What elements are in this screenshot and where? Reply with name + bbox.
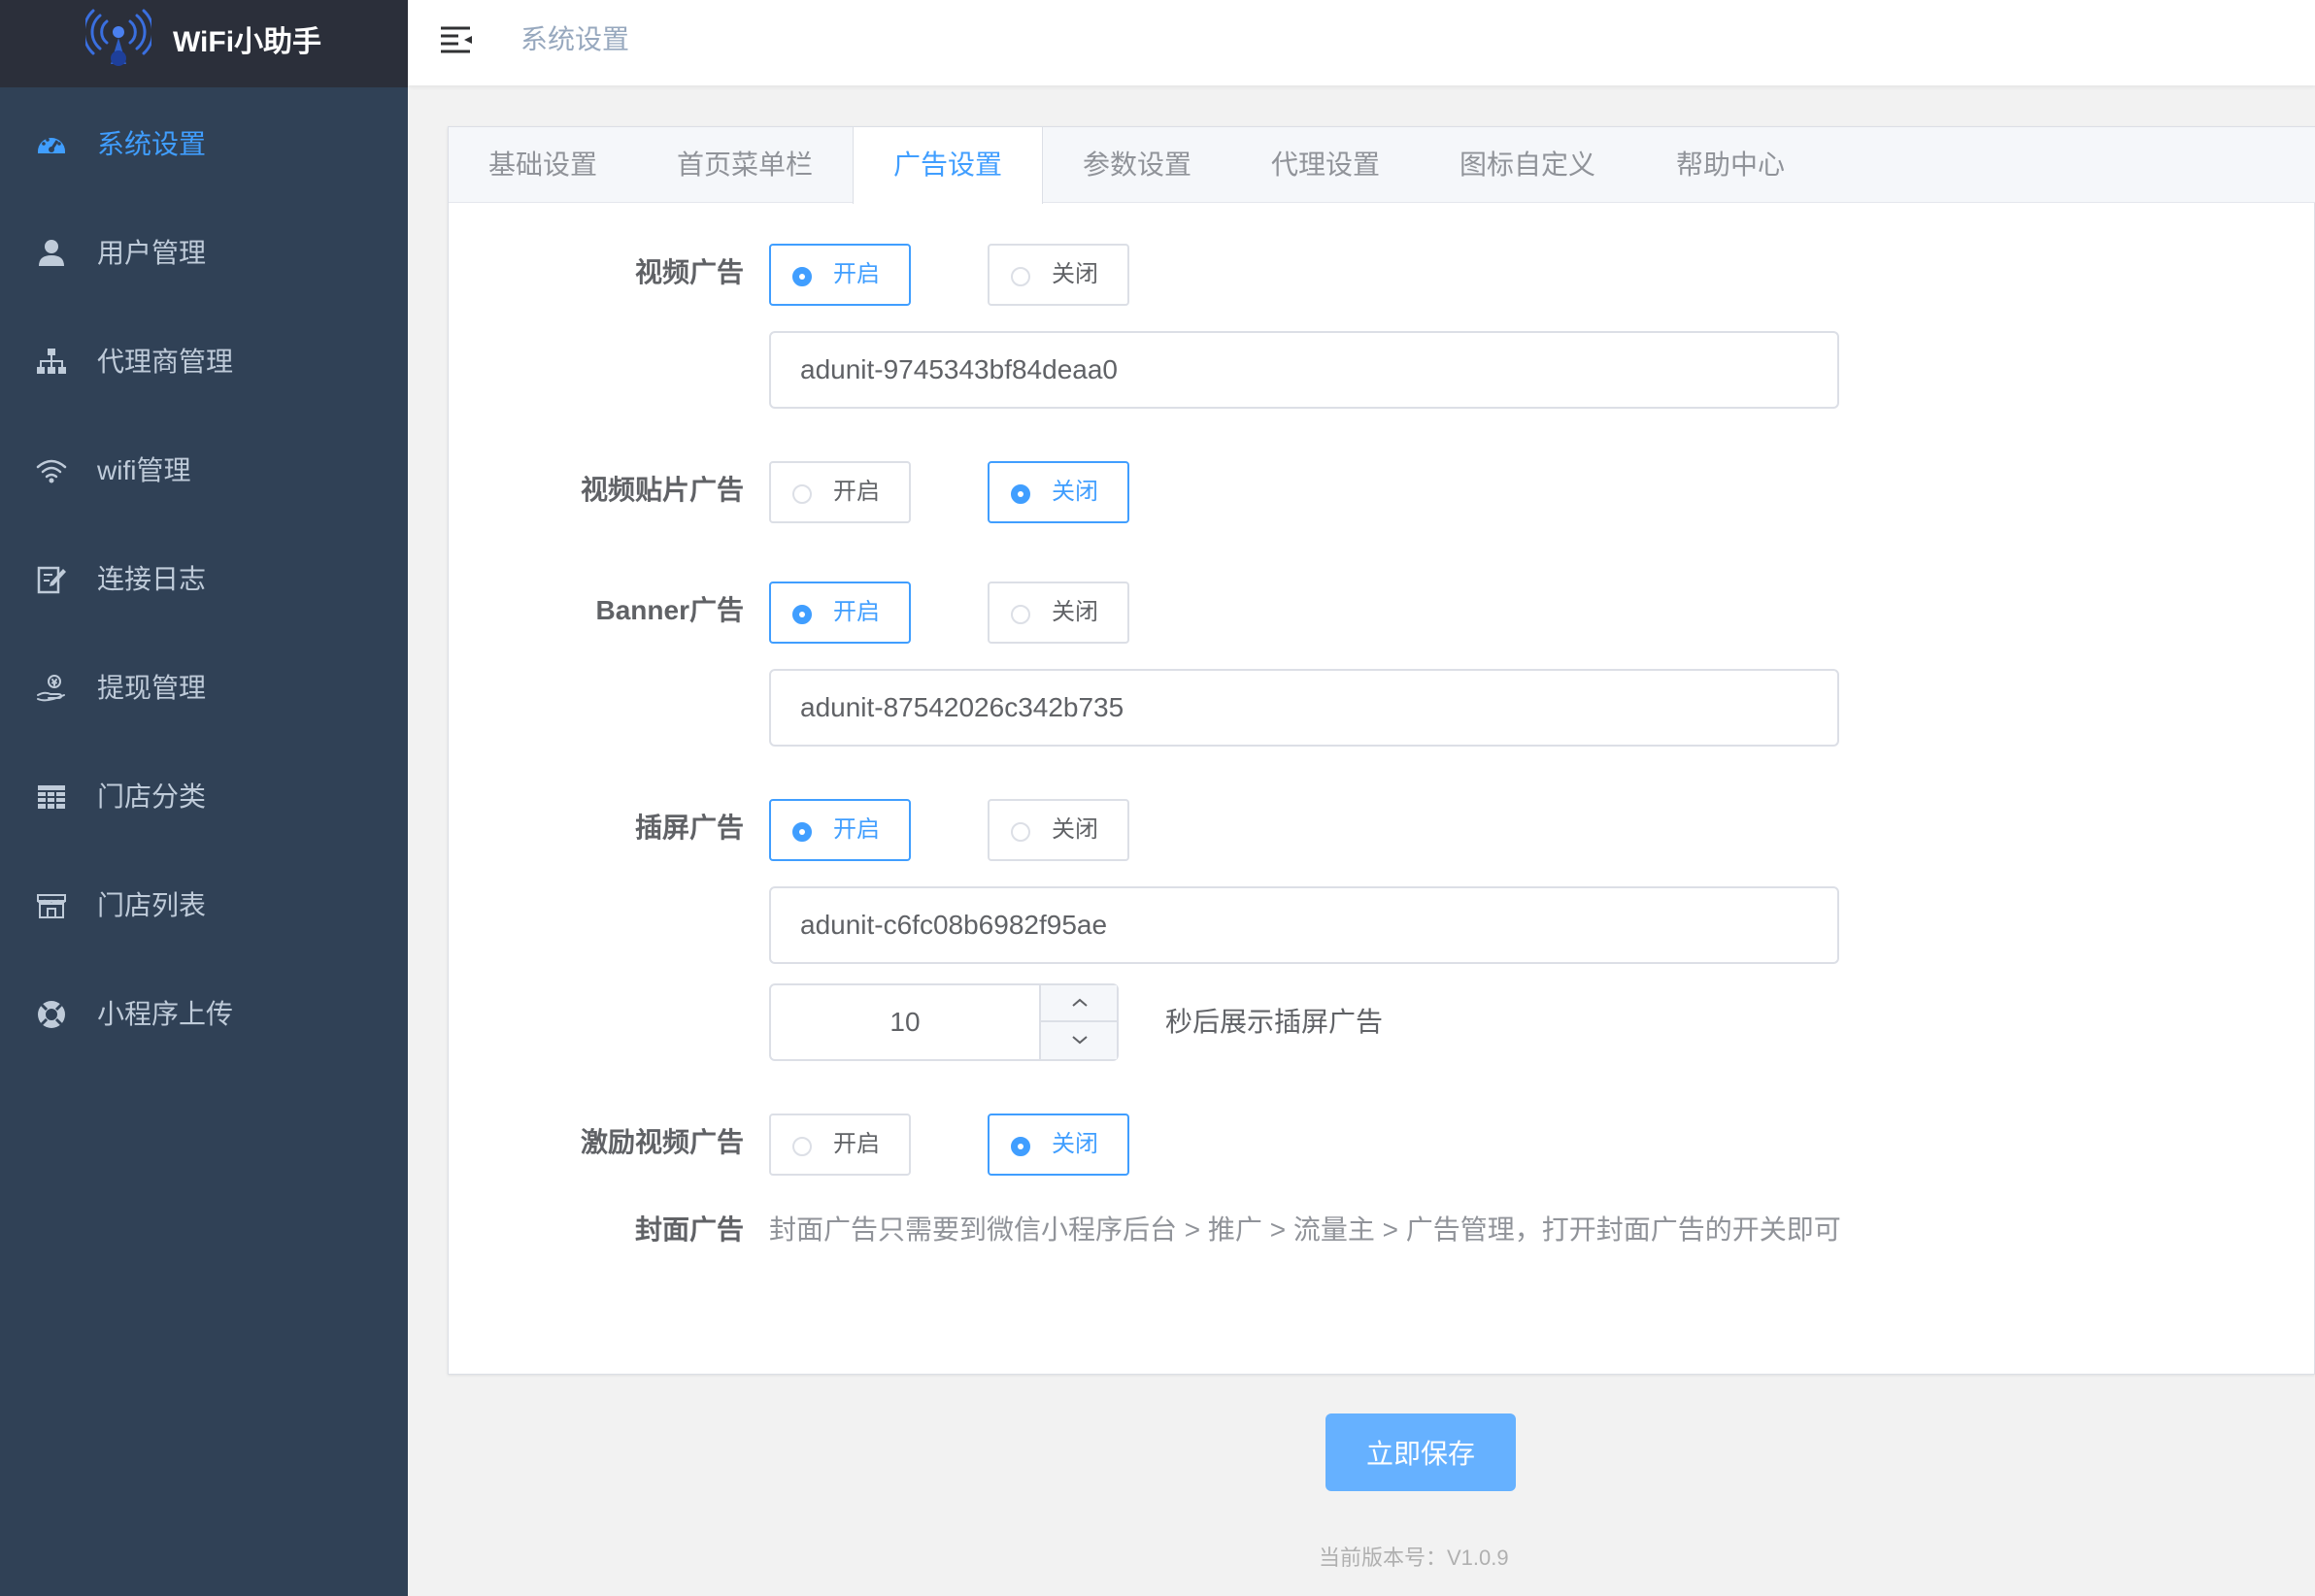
sidebar-item-label: 门店分类 (97, 781, 207, 812)
banner-ad-on-radio[interactable]: 开启 (769, 582, 911, 644)
grid-icon (38, 785, 65, 809)
video-ad-label: 视频广告 (634, 257, 744, 287)
radio-indicator (792, 822, 812, 842)
stepper-decrease-button[interactable] (1041, 1022, 1119, 1059)
sidebar-item-withdraw-management[interactable]: 提现管理 (0, 645, 408, 732)
radio-label: 开启 (833, 479, 880, 505)
interstitial-ad-unit-input[interactable] (769, 886, 1839, 964)
sidebar-item-connection-log[interactable]: 连接日志 (0, 536, 408, 623)
sidebar-item-label: 代理商管理 (97, 347, 234, 377)
dashboard-icon (38, 138, 65, 153)
radio-label: 关闭 (1052, 479, 1098, 505)
video-ad-unit-input[interactable] (769, 331, 1839, 409)
sidebar-item-store-category[interactable]: 门店分类 (0, 753, 408, 841)
radio-indicator (1011, 1137, 1030, 1156)
chevron-up-icon (1072, 998, 1088, 1007)
wifi-logo-icon (85, 9, 151, 66)
withdraw-icon (37, 675, 65, 702)
logo-bar: WiFi小助手 (0, 0, 408, 87)
radio-indicator (792, 1137, 812, 1156)
rewarded-video-ad-off-radio[interactable]: 关闭 (988, 1114, 1129, 1176)
radio-label: 开启 (833, 816, 880, 843)
sidebar-item-label: 系统设置 (97, 129, 207, 159)
sidebar-item-label: wifi管理 (97, 455, 191, 485)
radio-indicator (1011, 605, 1030, 624)
sidebar-item-agent-management[interactable]: 代理商管理 (0, 318, 408, 406)
chevron-down-icon (1072, 1036, 1088, 1045)
sidebar-item-store-list[interactable]: 门店列表 (0, 862, 408, 949)
edit-log-icon (37, 566, 66, 594)
radio-indicator (792, 267, 812, 286)
video-patch-ad-off-radio[interactable]: 关闭 (988, 461, 1129, 523)
sidebar-item-miniprogram-upload[interactable]: 小程序上传 (0, 971, 408, 1058)
delay-suffix-text: 秒后展示插屏广告 (1165, 1007, 1384, 1037)
store-icon (37, 894, 66, 918)
stepper-value[interactable]: 10 (771, 985, 1039, 1059)
banner-ad-off-radio[interactable]: 关闭 (988, 582, 1129, 644)
menu-fold-icon[interactable] (439, 23, 474, 54)
sidebar-item-system-settings[interactable]: 系统设置 (0, 101, 408, 188)
radio-indicator (792, 484, 812, 504)
tab-home-menu[interactable]: 首页菜单栏 (637, 127, 853, 203)
banner-ad-label: Banner广告 (595, 595, 744, 625)
radio-label: 开启 (833, 599, 880, 625)
sidebar-item-label: 小程序上传 (97, 999, 234, 1029)
tab-help-center[interactable]: 帮助中心 (1635, 127, 1826, 203)
app-title: WiFi小助手 (173, 26, 322, 58)
sidebar-item-user-management[interactable]: 用户管理 (0, 210, 408, 297)
tab-ad-settings[interactable]: 广告设置 (853, 127, 1043, 204)
radio-indicator (1011, 267, 1030, 286)
rewarded-video-ad-label: 激励视频广告 (580, 1127, 744, 1157)
tab-basic-settings[interactable]: 基础设置 (449, 127, 637, 203)
interstitial-ad-on-radio[interactable]: 开启 (769, 799, 911, 861)
sidebar-item-label: 用户管理 (97, 238, 207, 268)
radio-indicator (1011, 484, 1030, 504)
video-patch-ad-on-radio[interactable]: 开启 (769, 461, 911, 523)
sitemap-icon (37, 349, 66, 374)
save-button[interactable]: 立即保存 (1325, 1413, 1516, 1491)
radio-label: 关闭 (1052, 261, 1098, 287)
stepper-controls (1039, 985, 1119, 1059)
radio-label: 开启 (833, 1131, 880, 1157)
interstitial-ad-off-radio[interactable]: 关闭 (988, 799, 1129, 861)
tabs-bar: 基础设置 首页菜单栏 广告设置 参数设置 代理设置 图标自定义 帮助中心 (449, 127, 2315, 204)
sidebar-item-label: 连接日志 (97, 564, 207, 594)
stepper-increase-button[interactable] (1041, 985, 1119, 1022)
banner-ad-unit-input[interactable] (769, 669, 1839, 747)
sidebar-item-label: 门店列表 (97, 890, 207, 920)
radio-label: 关闭 (1052, 816, 1098, 843)
radio-label: 开启 (833, 261, 880, 287)
delay-seconds-stepper[interactable]: 10 (769, 983, 1119, 1061)
tab-agent-settings[interactable]: 代理设置 (1231, 127, 1420, 203)
tab-icon-customize[interactable]: 图标自定义 (1420, 127, 1635, 203)
cover-ad-note: 封面广告只需要到微信小程序后台 > 推广 > 流量主 > 广告管理，打开封面广告… (769, 1214, 1841, 1245)
sidebar-item-wifi-management[interactable]: wifi管理 (0, 427, 408, 515)
top-header: 系统设置 (408, 0, 2315, 85)
interstitial-ad-label: 插屏广告 (634, 813, 744, 843)
rewarded-video-ad-on-radio[interactable]: 开启 (769, 1114, 911, 1176)
breadcrumb[interactable]: 系统设置 (520, 21, 629, 58)
cover-ad-label: 封面广告 (634, 1214, 744, 1245)
radio-label: 关闭 (1052, 1131, 1098, 1157)
settings-card: 基础设置 首页菜单栏 广告设置 参数设置 代理设置 图标自定义 帮助中心 视频广… (448, 126, 2315, 1375)
tab-parameter-settings[interactable]: 参数设置 (1043, 127, 1231, 203)
radio-label: 关闭 (1052, 599, 1098, 625)
user-icon (39, 240, 64, 266)
video-patch-ad-label: 视频贴片广告 (580, 475, 744, 505)
video-ad-off-radio[interactable]: 关闭 (988, 244, 1129, 306)
sidebar-item-label: 提现管理 (97, 673, 207, 703)
radio-indicator (792, 605, 812, 624)
wifi-icon (36, 459, 67, 483)
video-ad-on-radio[interactable]: 开启 (769, 244, 911, 306)
version-text: 当前版本号：V1.0.9 (1319, 1546, 1509, 1570)
sidebar: WiFi小助手 系统设置 用户管理 代理商管理 wifi管理 连接日志 提现管理… (0, 0, 408, 1596)
radio-indicator (1011, 822, 1030, 842)
lifebuoy-icon (38, 1001, 65, 1028)
